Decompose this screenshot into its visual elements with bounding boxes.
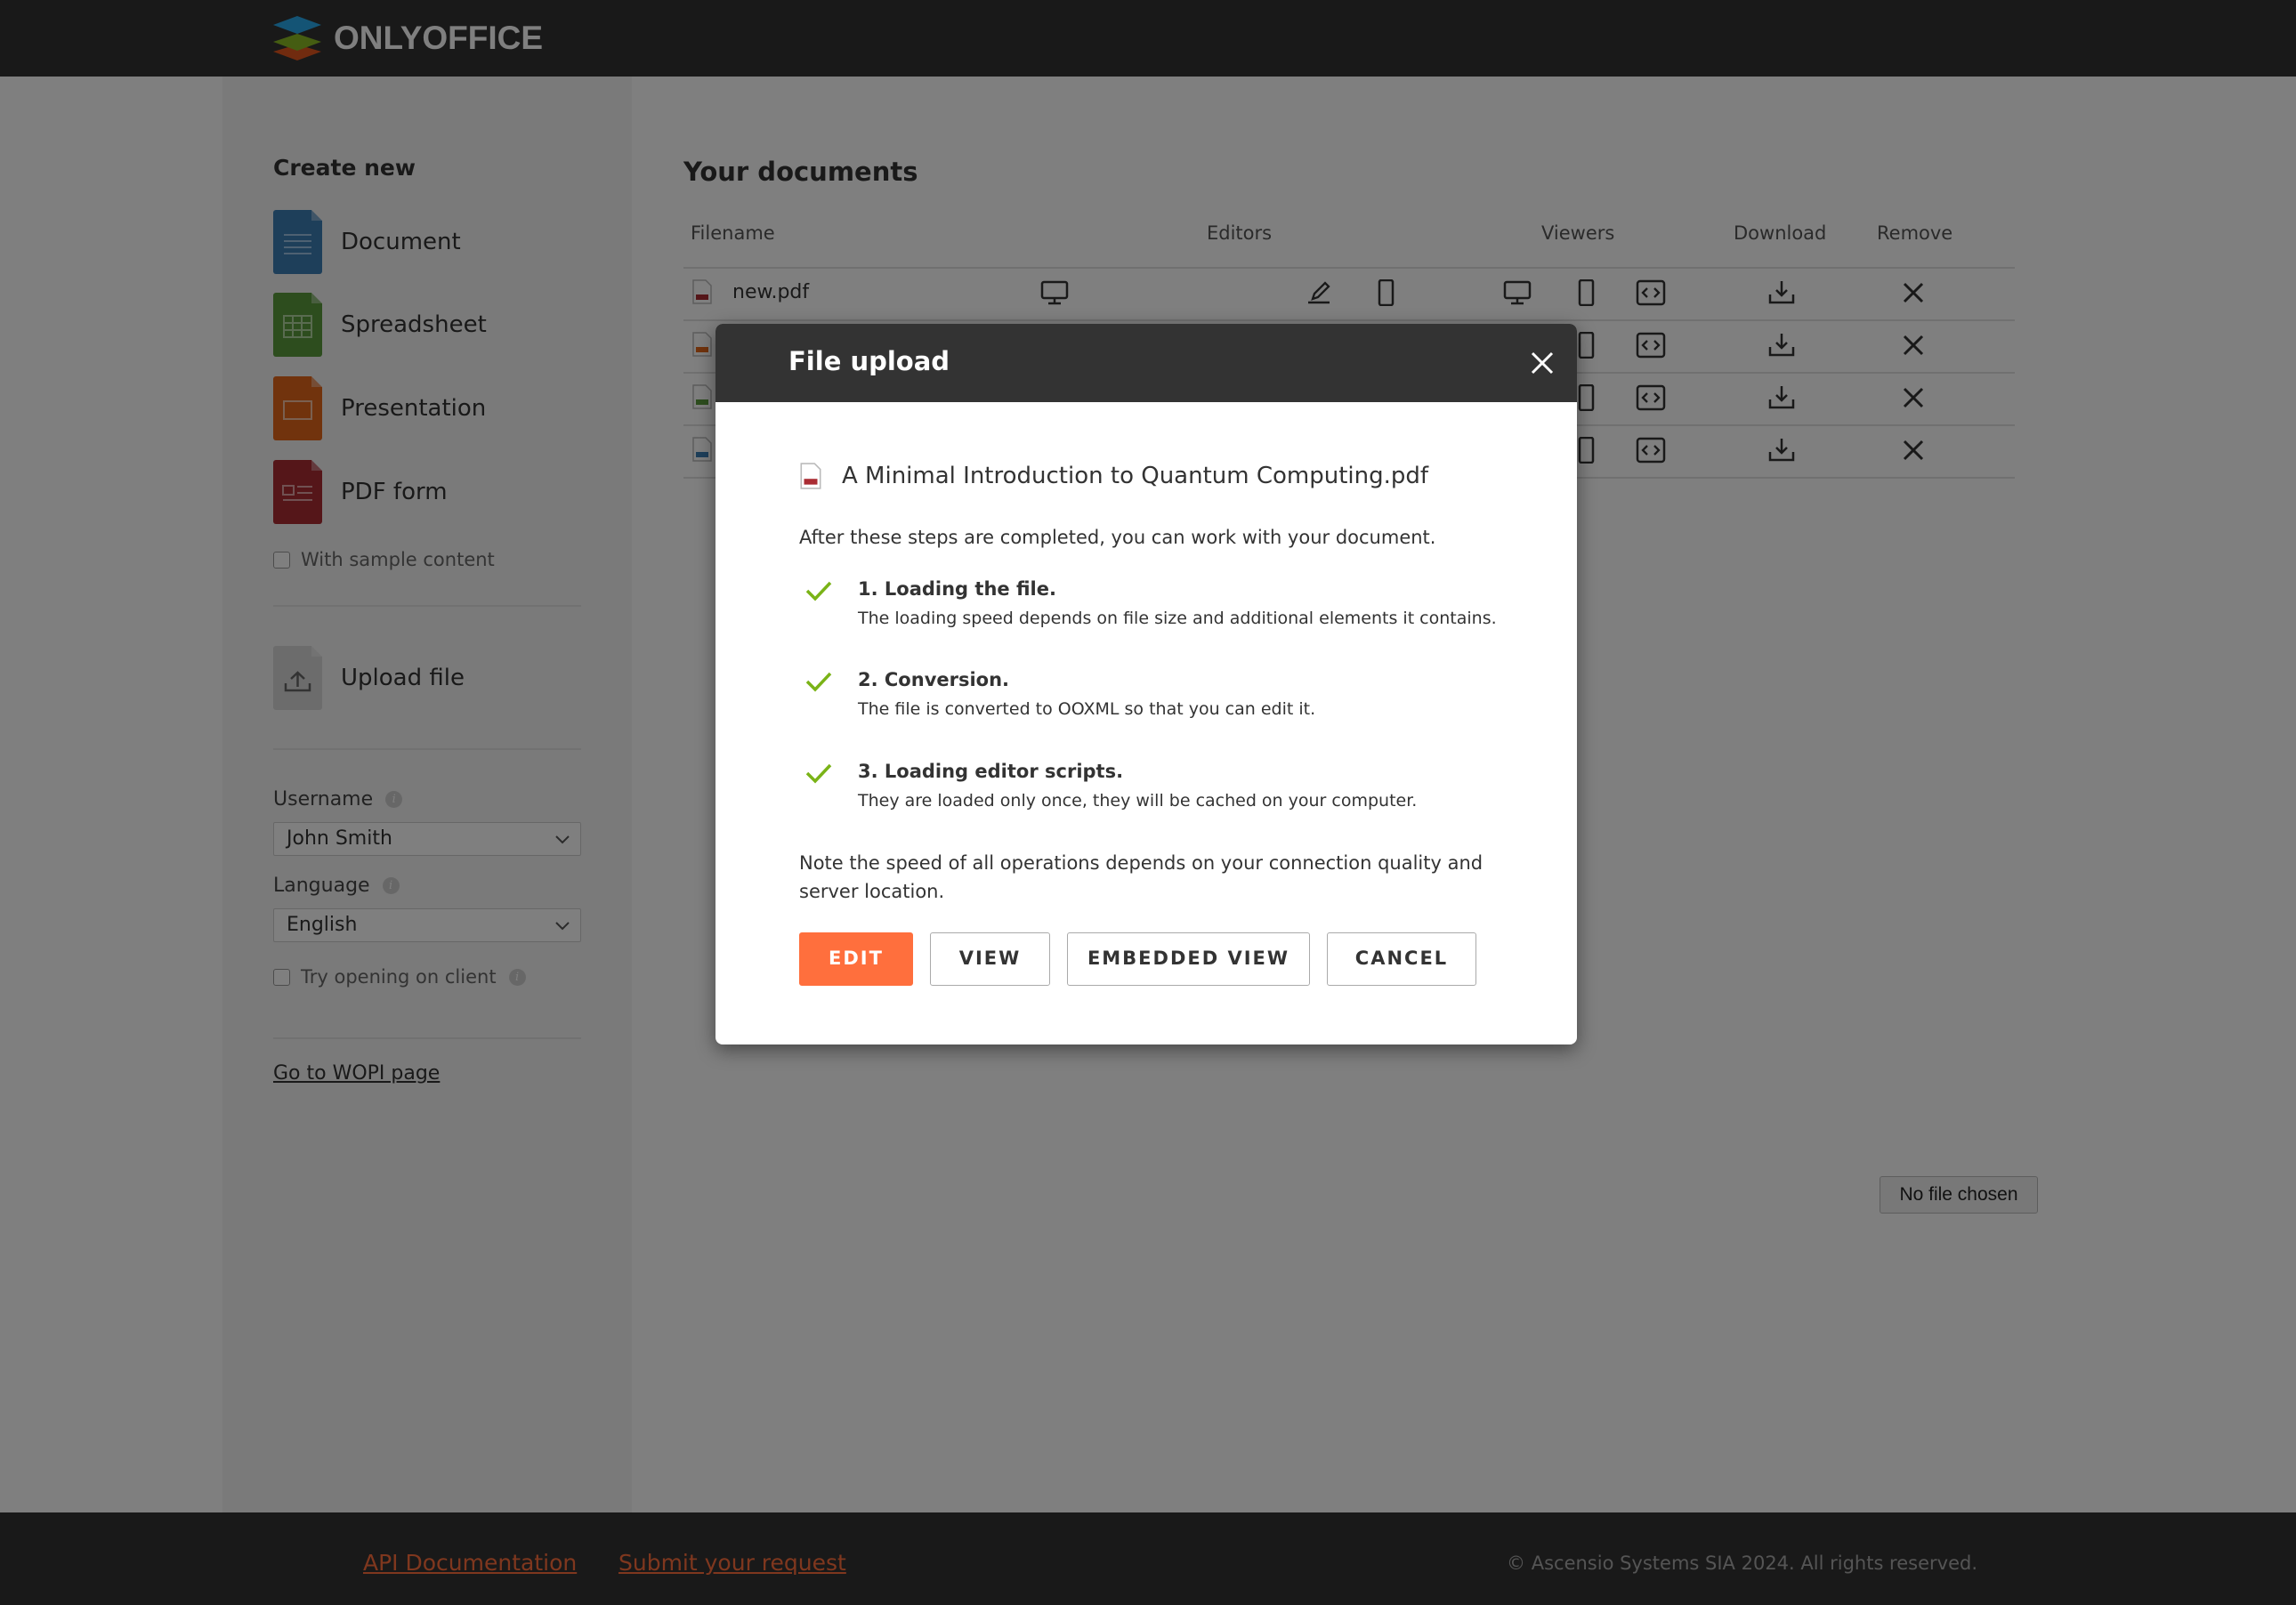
dialog-intro: After these steps are completed, you can… [799, 527, 1436, 548]
file-upload-dialog: File upload A Minimal Introduction to Qu… [715, 324, 1577, 1044]
step-description: The loading speed depends on file size a… [858, 609, 1497, 628]
step-description: They are loaded only once, they will be … [858, 791, 1418, 811]
dialog-note: Note the speed of all operations depends… [799, 852, 1484, 902]
step-title: 1. Loading the file. [858, 578, 1056, 600]
check-icon [805, 672, 832, 692]
dialog-header: File upload [715, 324, 1577, 402]
edit-button[interactable]: EDIT [799, 932, 913, 986]
check-icon [805, 763, 832, 784]
dialog-title: File upload [788, 346, 950, 376]
embedded-view-button[interactable]: EMBEDDED VIEW [1067, 932, 1310, 986]
cancel-button[interactable]: CANCEL [1327, 932, 1476, 986]
step-title: 3. Loading editor scripts. [858, 761, 1124, 782]
uploaded-file: A Minimal Introduction to Quantum Comput… [799, 463, 1428, 489]
step-description: The file is converted to OOXML so that y… [858, 699, 1316, 719]
step-title: 2. Conversion. [858, 669, 1010, 690]
close-icon[interactable] [1527, 348, 1557, 378]
check-icon [805, 581, 832, 601]
view-button[interactable]: VIEW [930, 932, 1050, 986]
pdf-file-icon [800, 463, 821, 489]
uploaded-file-name: A Minimal Introduction to Quantum Comput… [842, 463, 1429, 489]
